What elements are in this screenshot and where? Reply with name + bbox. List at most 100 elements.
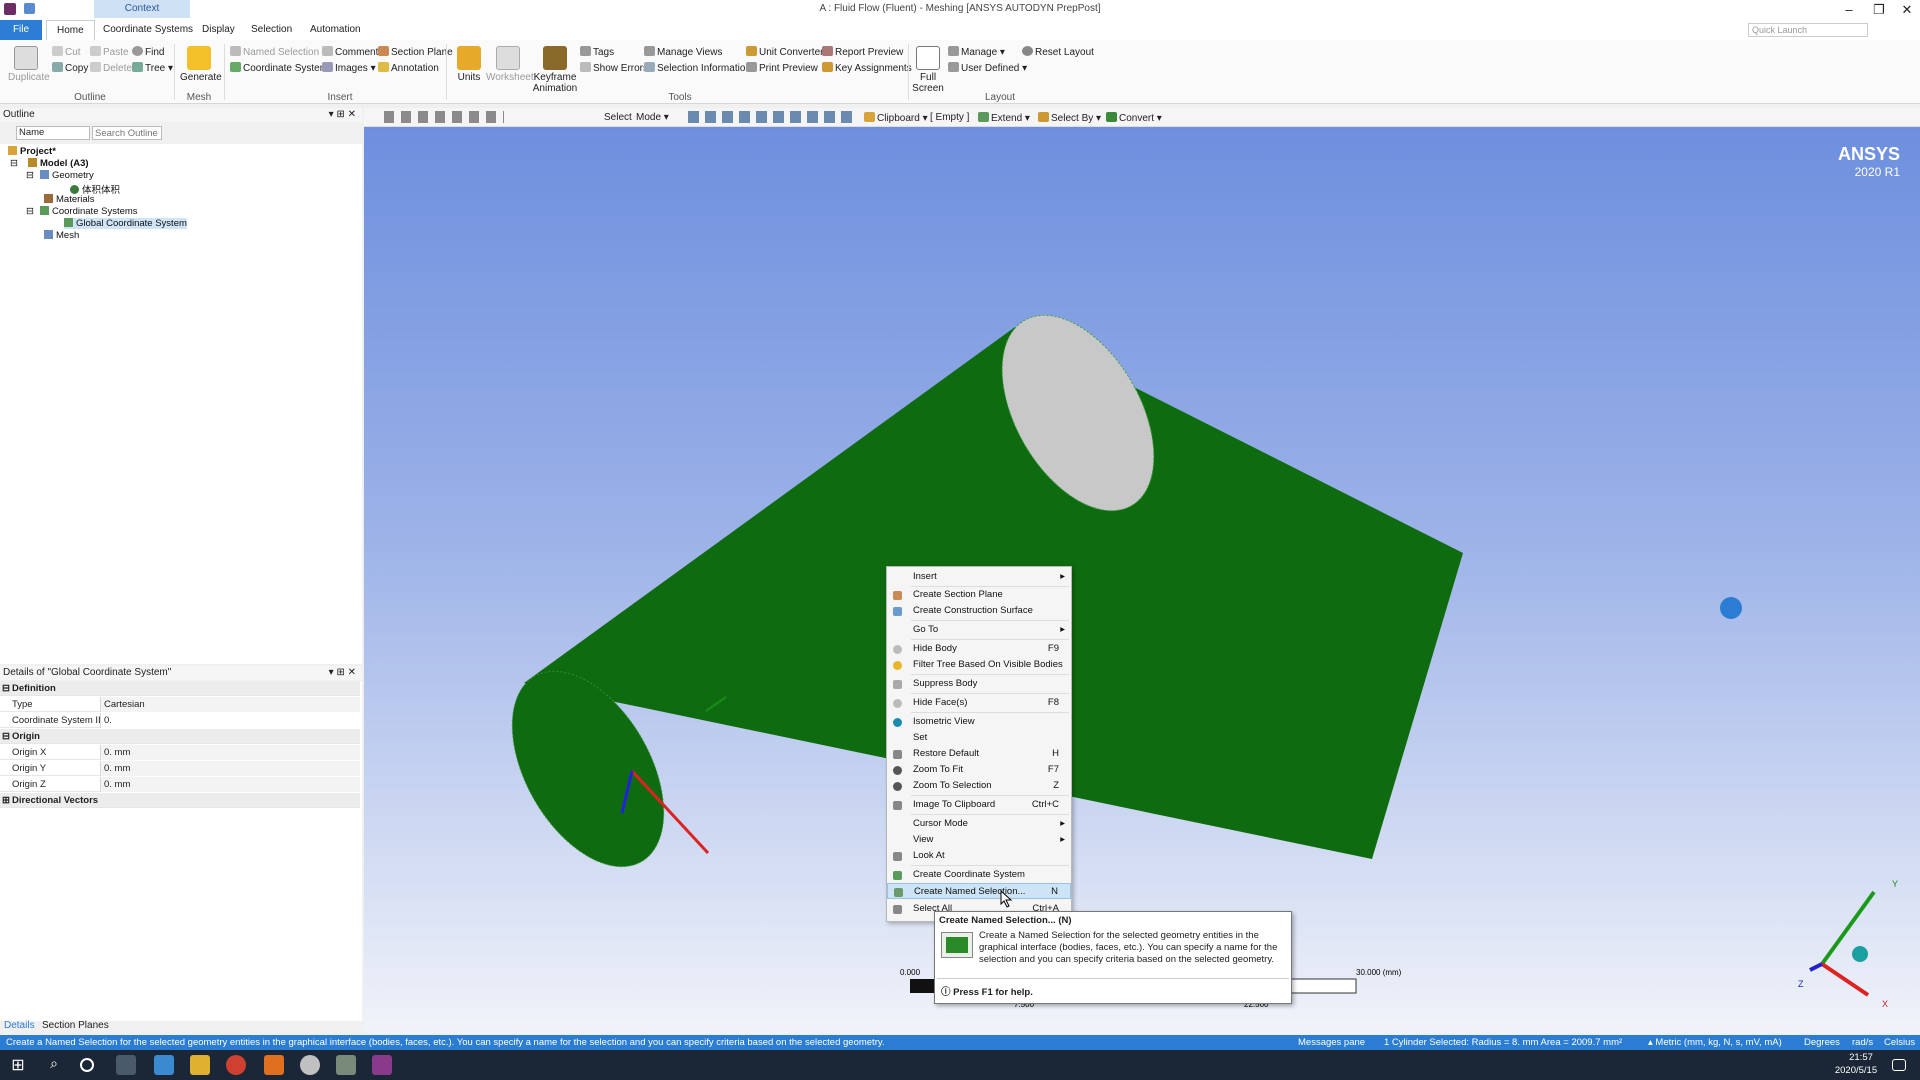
meshing-icon[interactable]	[372, 1055, 392, 1075]
details-row-coordinate-system-id[interactable]: Coordinate System ID 0.	[0, 713, 360, 728]
extend-dropdown[interactable]: Extend ▾	[978, 112, 1030, 124]
details-row-origin-z[interactable]: Origin Z 0. mm	[0, 777, 360, 792]
messages-pane-link[interactable]: Messages pane	[1298, 1035, 1365, 1050]
details-row-origin-x[interactable]: Origin X 0. mm	[0, 745, 360, 760]
temperature-unit[interactable]: Celsius	[1884, 1035, 1915, 1050]
chrome-icon[interactable]	[226, 1055, 246, 1075]
tab-automation[interactable]: Automation	[300, 20, 371, 40]
menu-item-view[interactable]: View ▸	[887, 832, 1071, 848]
copy-button[interactable]: Copy	[52, 62, 88, 74]
clipboard-dropdown[interactable]: Clipboard ▾	[864, 112, 928, 124]
coordinate-system-button[interactable]: Coordinate System	[230, 62, 328, 74]
tab-details[interactable]: Details	[4, 1020, 35, 1031]
menu-item-go-to[interactable]: Go To ▸	[887, 622, 1071, 638]
start-icon[interactable]: ⊞	[8, 1055, 28, 1075]
menu-item-suppress-body[interactable]: Suppress Body	[887, 676, 1071, 692]
print-preview-button[interactable]: Print Preview	[746, 62, 818, 74]
task-view-icon[interactable]	[116, 1055, 136, 1075]
outline-search-input[interactable]	[92, 126, 162, 140]
tree-node-global-coordinate-system[interactable]: Global Coordinate System	[64, 218, 187, 229]
tree-button[interactable]: Tree ▾	[132, 62, 173, 74]
delete-button[interactable]: Delete	[90, 62, 132, 74]
quick-launch-input[interactable]: Quick Launch	[1748, 23, 1868, 37]
name-filter-dropdown[interactable]: Name	[16, 126, 90, 140]
minimize-button[interactable]: –	[1836, 1, 1862, 19]
details-section-directional-vectors[interactable]: ⊞ Directional Vectors	[0, 793, 360, 808]
menu-item-create-section-plane[interactable]: Create Section Plane	[887, 587, 1071, 603]
tree-expander[interactable]: ⊟	[26, 206, 34, 217]
graphics-viewport[interactable]: ANSYS 2020 R1 Y X Z 0.000 7.500 22.500 30…	[364, 127, 1920, 1033]
menu-item-create-named-selection[interactable]: Create Named Selection... N	[887, 883, 1071, 899]
tree-expander[interactable]: ⊟	[10, 158, 18, 169]
menu-item-hide-body[interactable]: Hide Body F9	[887, 641, 1071, 657]
units-button[interactable]: Units	[452, 46, 486, 83]
reset-layout-button[interactable]: Reset Layout	[1022, 46, 1094, 58]
tab-section-planes[interactable]: Section Planes	[42, 1020, 109, 1031]
tree-node-materials[interactable]: Materials	[44, 194, 95, 205]
ime-toolbar[interactable]	[1720, 597, 1920, 619]
details-row-origin-y[interactable]: Origin Y 0. mm	[0, 761, 360, 776]
clock-date[interactable]: 2020/5/15	[1826, 1065, 1886, 1076]
menu-item-filter-tree[interactable]: Filter Tree Based On Visible Bodies	[887, 657, 1071, 673]
manage-views-button[interactable]: Manage Views	[644, 46, 722, 58]
comment-button[interactable]: Comment	[322, 46, 378, 58]
angle-unit[interactable]: Degrees	[1804, 1035, 1840, 1050]
tab-coordinate-systems[interactable]: Coordinate Systems	[93, 20, 203, 40]
tree-expander[interactable]: ⊟	[26, 170, 34, 181]
find-button[interactable]: Find	[132, 46, 164, 58]
app-icon[interactable]	[264, 1055, 284, 1075]
unit-system-dropdown[interactable]: ▴ Metric (mm, kg, N, s, mV, mA)	[1648, 1035, 1782, 1050]
details-section-definition[interactable]: ⊟ Definition	[0, 681, 360, 696]
key-assignments-button[interactable]: Key Assignments	[822, 62, 912, 74]
tree-node-project[interactable]: Project*	[8, 146, 56, 157]
generate-button[interactable]: Generate	[180, 46, 222, 83]
cut-button[interactable]: Cut	[52, 46, 81, 58]
menu-item-set[interactable]: Set	[887, 730, 1071, 746]
app-icon[interactable]	[300, 1055, 320, 1075]
pane-controls[interactable]: ▾ ⊞ ✕	[329, 108, 356, 122]
workbench-icon[interactable]	[336, 1055, 356, 1075]
pane-controls[interactable]: ▾ ⊞ ✕	[329, 666, 356, 680]
tab-file[interactable]: File	[0, 20, 42, 40]
search-icon[interactable]: ⌕	[44, 1055, 64, 1075]
section-plane-button[interactable]: Section Plane	[378, 46, 453, 58]
cortana-icon[interactable]	[80, 1058, 94, 1072]
annotation-button[interactable]: Annotation	[378, 62, 439, 74]
close-button[interactable]: ✕	[1894, 1, 1920, 19]
keyframe-animation-button[interactable]: Keyframe Animation	[532, 46, 578, 94]
menu-item-isometric-view[interactable]: Isometric View	[887, 714, 1071, 730]
menu-item-create-construction-surface[interactable]: Create Construction Surface	[887, 603, 1071, 619]
worksheet-button[interactable]: Worksheet	[486, 46, 534, 83]
baidu-ime-icon[interactable]	[1720, 597, 1742, 619]
menu-item-zoom-to-fit[interactable]: Zoom To Fit F7	[887, 762, 1071, 778]
select-mode-dropdown[interactable]: Mode ▾	[636, 112, 669, 123]
select-by-dropdown[interactable]: Select By ▾	[1038, 112, 1101, 124]
paste-button[interactable]: Paste	[90, 46, 129, 58]
menu-item-zoom-to-selection[interactable]: Zoom To Selection Z	[887, 778, 1071, 794]
notification-icon[interactable]	[1892, 1059, 1906, 1071]
clock-time[interactable]: 21:57	[1836, 1052, 1886, 1063]
zoom-tools-icon[interactable]	[384, 111, 504, 123]
full-screen-button[interactable]: Full Screen	[912, 46, 944, 94]
tree-node-model[interactable]: Model (A3)	[28, 158, 89, 169]
user-defined-button[interactable]: User Defined ▾	[948, 62, 1027, 74]
menu-item-insert[interactable]: Insert ▸	[887, 569, 1071, 585]
restore-button[interactable]: ❐	[1866, 1, 1892, 19]
menu-item-hide-faces[interactable]: Hide Face(s) F8	[887, 695, 1071, 711]
unit-converter-button[interactable]: Unit Converter	[746, 46, 823, 58]
tab-selection[interactable]: Selection	[241, 20, 302, 40]
menu-item-restore-default[interactable]: Restore Default H	[887, 746, 1071, 762]
selection-information-button[interactable]: Selection Information	[644, 62, 751, 74]
convert-dropdown[interactable]: Convert ▾	[1106, 112, 1162, 124]
show-errors-button[interactable]: Show Errors	[580, 62, 648, 74]
menu-item-create-coordinate-system[interactable]: Create Coordinate System	[887, 867, 1071, 883]
menu-item-image-to-clipboard[interactable]: Image To Clipboard Ctrl+C	[887, 797, 1071, 813]
rate-unit[interactable]: rad/s	[1852, 1035, 1873, 1050]
tags-button[interactable]: Tags	[580, 46, 614, 58]
tree-node-mesh[interactable]: Mesh	[44, 230, 79, 241]
tree-node-coordinate-systems[interactable]: Coordinate Systems	[40, 206, 138, 217]
details-section-origin[interactable]: ⊟ Origin	[0, 729, 360, 744]
tree-node-geometry[interactable]: Geometry	[40, 170, 94, 181]
images-button[interactable]: Images ▾	[322, 62, 376, 74]
details-row-type[interactable]: Type Cartesian	[0, 697, 360, 712]
